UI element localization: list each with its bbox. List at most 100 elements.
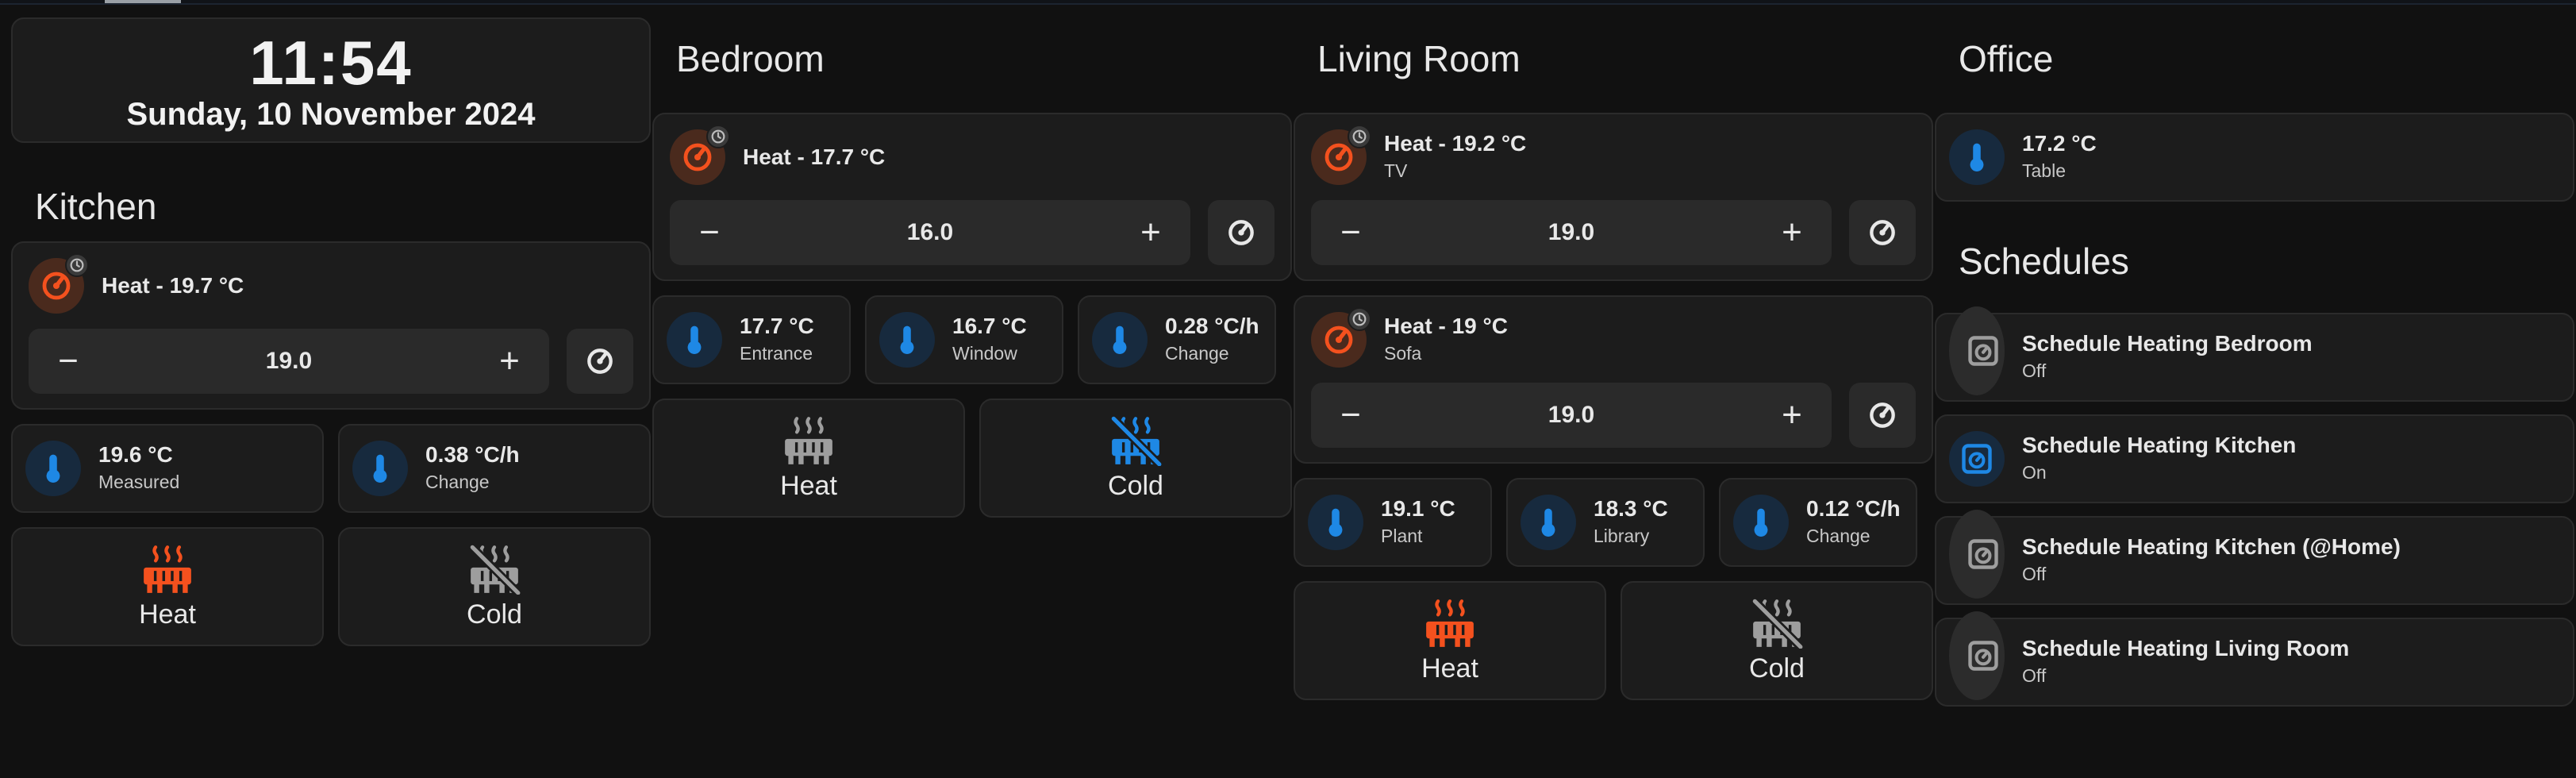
- sensor-card-table[interactable]: 17.2 °C Table: [1935, 113, 2574, 202]
- thermostat-state: Heat - 17.7 °C: [743, 144, 886, 169]
- thermostat-mode-button[interactable]: [567, 329, 633, 394]
- increase-button[interactable]: +: [1135, 215, 1167, 250]
- cold-button[interactable]: Cold: [979, 399, 1292, 518]
- thermostat-card-bedroom[interactable]: Heat - 17.7 °C − 16.0 +: [652, 113, 1292, 281]
- thermometer-icon: [1521, 495, 1576, 550]
- clock-card: 11:54 Sunday, 10 November 2024: [11, 17, 651, 143]
- heat-button[interactable]: Heat: [11, 527, 324, 646]
- thermostat-card-sofa[interactable]: Heat - 19 °C Sofa − 19.0 +: [1294, 295, 1933, 464]
- thermostat-mode-button[interactable]: [1849, 383, 1916, 448]
- thermometer-icon: [1092, 312, 1148, 368]
- clock-date: Sunday, 10 November 2024: [126, 97, 536, 132]
- thermostat-card-tv[interactable]: Heat - 19.2 °C TV − 19.0 +: [1294, 113, 1933, 281]
- thermostat-icon: [1867, 217, 1898, 248]
- sensor-card-change[interactable]: 0.28 °C/h Change: [1078, 295, 1276, 384]
- clock-icon: [706, 125, 730, 148]
- sensor-name: Plant: [1381, 526, 1423, 546]
- clock-icon: [1348, 307, 1371, 331]
- sensor-value: 17.2 °C: [2022, 131, 2097, 156]
- setpoint-stepper: − 19.0 +: [29, 329, 549, 394]
- clock-icon: [65, 253, 89, 277]
- cold-button[interactable]: Cold: [1621, 581, 1933, 700]
- thermometer-icon: [879, 312, 935, 368]
- thermometer-icon: [1733, 495, 1789, 550]
- sensor-card-window[interactable]: 16.7 °C Window: [865, 295, 1063, 384]
- radiator-off-icon: [467, 544, 522, 595]
- schedule-icon: [1949, 431, 2005, 487]
- decrease-button[interactable]: −: [1335, 215, 1367, 250]
- increase-button[interactable]: +: [1776, 398, 1808, 433]
- sensor-name: Change: [1165, 343, 1229, 364]
- sensor-value: 18.3 °C: [1594, 496, 1668, 521]
- thermometer-icon: [352, 441, 408, 496]
- schedule-name: Schedule Heating Kitchen (@Home): [2022, 534, 2401, 559]
- active-tab-indicator[interactable]: [105, 0, 181, 3]
- sensor-card-entrance[interactable]: 17.7 °C Entrance: [652, 295, 851, 384]
- sensor-value: 0.28 °C/h: [1165, 314, 1259, 338]
- radiator-off-icon: [1749, 598, 1805, 649]
- schedule-item-bedroom[interactable]: Schedule Heating Bedroom Off: [1935, 306, 2574, 402]
- sensor-name: Library: [1594, 526, 1650, 546]
- setpoint-value: 19.0: [265, 348, 313, 374]
- column-bedroom: Bedroom Heat - 17.7 °C − 16.0 + 17.7 °C …: [652, 17, 1292, 532]
- thermostat-icon[interactable]: [1311, 307, 1371, 368]
- thermostat-state: Heat - 19.7 °C: [102, 273, 244, 298]
- schedule-state: Off: [2022, 665, 2047, 686]
- radiator-off-icon: [1108, 415, 1163, 466]
- thermostat-card-kitchen[interactable]: Heat - 19.7 °C − 19.0 +: [11, 241, 651, 410]
- heat-button[interactable]: Heat: [1294, 581, 1606, 700]
- decrease-button[interactable]: −: [1335, 398, 1367, 433]
- schedule-name: Schedule Heating Living Room: [2022, 636, 2350, 661]
- schedule-item-kitchen[interactable]: Schedule Heating Kitchen On: [1935, 414, 2574, 503]
- thermostat-mode-button[interactable]: [1849, 200, 1916, 265]
- cold-button[interactable]: Cold: [338, 527, 651, 646]
- decrease-button[interactable]: −: [52, 344, 84, 379]
- increase-button[interactable]: +: [494, 344, 525, 379]
- clock-icon: [1348, 125, 1371, 148]
- schedule-icon: [1949, 510, 2005, 599]
- sensor-card-change[interactable]: 0.38 °C/h Change: [338, 424, 651, 513]
- sensor-card-measured[interactable]: 19.6 °C Measured: [11, 424, 324, 513]
- thermostat-mode-button[interactable]: [1208, 200, 1275, 265]
- thermostat-state: Heat - 19 °C: [1384, 314, 1508, 338]
- column-living-room: Living Room Heat - 19.2 °C TV − 19.0 + H…: [1294, 17, 1933, 714]
- heat-label: Heat: [1421, 653, 1478, 684]
- thermostat-icon[interactable]: [1311, 125, 1371, 185]
- schedule-name: Schedule Heating Bedroom: [2022, 331, 2313, 356]
- thermostat-icon: [584, 345, 616, 377]
- thermostat-icon[interactable]: [29, 253, 89, 314]
- thermometer-icon: [1949, 129, 2005, 185]
- thermostat-state: Heat - 19.2 °C: [1384, 131, 1527, 156]
- sensor-name: Entrance: [740, 343, 813, 364]
- schedule-item-kitchen-home[interactable]: Schedule Heating Kitchen (@Home) Off: [1935, 510, 2574, 605]
- setpoint-stepper: − 19.0 +: [1311, 200, 1832, 265]
- sensor-name: Table: [2022, 160, 2066, 181]
- sensor-card-plant[interactable]: 19.1 °C Plant: [1294, 478, 1492, 567]
- section-title-bedroom: Bedroom: [676, 38, 825, 79]
- radiator-icon: [781, 415, 836, 466]
- radiator-icon: [140, 544, 195, 595]
- schedule-name: Schedule Heating Kitchen: [2022, 433, 2297, 457]
- schedule-item-living-room[interactable]: Schedule Heating Living Room Off: [1935, 611, 2574, 707]
- increase-button[interactable]: +: [1776, 215, 1808, 250]
- clock-time: 11:54: [249, 28, 413, 98]
- sensor-name: Change: [425, 472, 490, 492]
- schedule-state: On: [2022, 462, 2047, 483]
- sensor-name: Window: [952, 343, 1017, 364]
- sensor-name: Change: [1806, 526, 1870, 546]
- setpoint-stepper: − 16.0 +: [670, 200, 1190, 265]
- thermostat-icon[interactable]: [670, 125, 730, 185]
- schedule-icon: [1949, 611, 2005, 700]
- sensor-card-library[interactable]: 18.3 °C Library: [1506, 478, 1705, 567]
- setpoint-value: 16.0: [906, 219, 954, 245]
- cold-label: Cold: [1749, 653, 1805, 684]
- decrease-button[interactable]: −: [694, 215, 725, 250]
- thermostat-icon: [1225, 217, 1257, 248]
- thermometer-icon: [25, 441, 81, 496]
- heat-button[interactable]: Heat: [652, 399, 965, 518]
- setpoint-value: 19.0: [1548, 402, 1595, 428]
- thermostat-icon: [1867, 399, 1898, 431]
- thermostat-name: TV: [1384, 160, 1408, 181]
- sensor-card-change[interactable]: 0.12 °C/h Change: [1719, 478, 1917, 567]
- thermometer-icon: [667, 312, 722, 368]
